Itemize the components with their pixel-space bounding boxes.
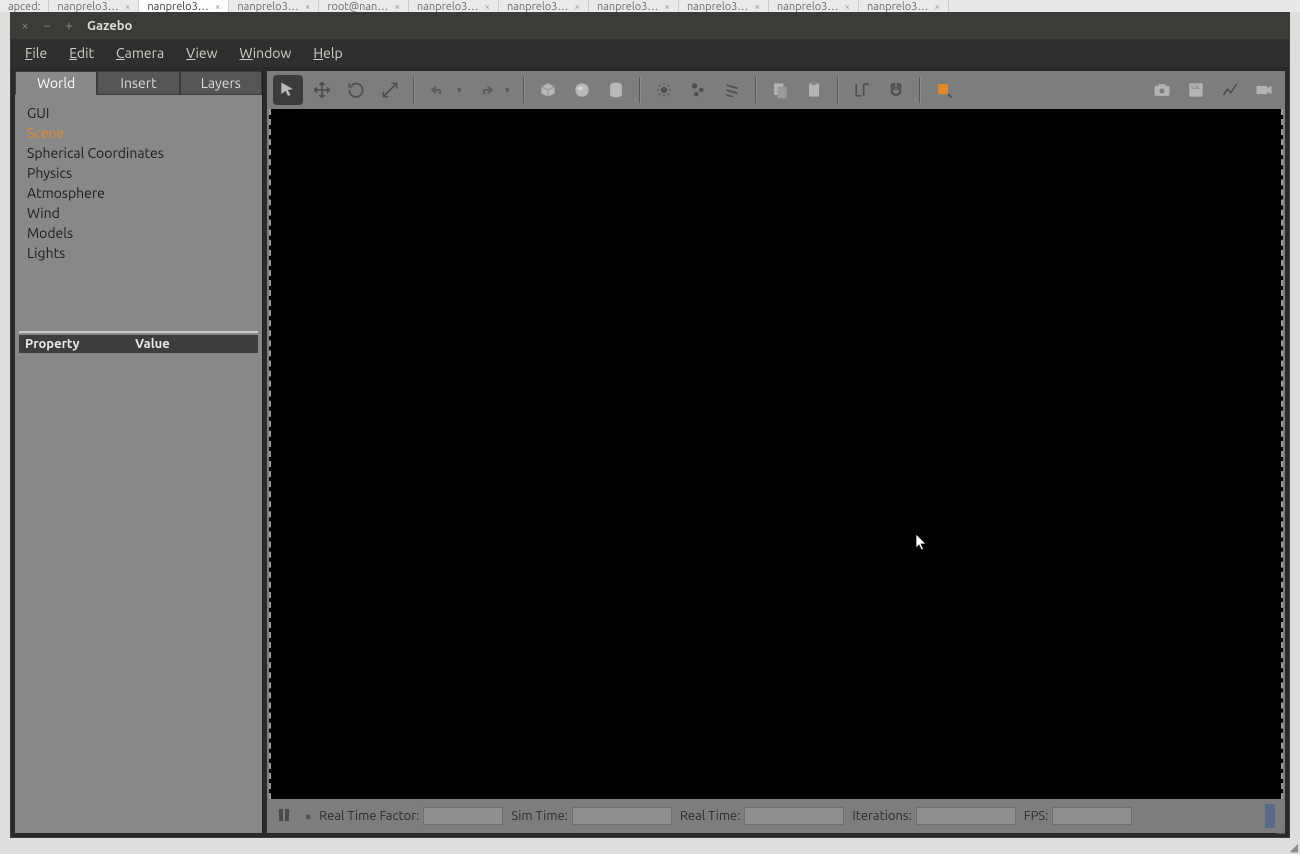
bg-tab[interactable]: nanprelo3…× (769, 0, 859, 12)
world-tree: GUI Scene Spherical Coordinates Physics … (15, 95, 262, 271)
property-col-property[interactable]: Property (25, 337, 135, 351)
undo-dropdown[interactable]: ▾ (457, 85, 467, 96)
menu-edit[interactable]: Edit (69, 45, 94, 61)
copy-button[interactable] (765, 75, 795, 105)
toolbar-separator (837, 77, 839, 103)
cylinder-shape-button[interactable] (601, 75, 631, 105)
toolbar-separator (755, 77, 757, 103)
status-expand-handle[interactable] (1265, 804, 1275, 828)
world-tree-item[interactable]: Lights (27, 243, 262, 263)
window-close-button[interactable]: × (19, 19, 31, 33)
rtf-value[interactable] (423, 807, 503, 825)
magnet-button[interactable] (881, 75, 911, 105)
toolbar-separator (639, 77, 641, 103)
screenshot-button[interactable] (1147, 75, 1177, 105)
world-tree-item[interactable]: Models (27, 223, 262, 243)
bg-tab[interactable]: nanprelo3…× (859, 0, 949, 12)
box-shape-button[interactable] (533, 75, 563, 105)
pause-button[interactable] (277, 808, 297, 825)
app-window: × − + Gazebo File Edit Camera View Windo… (10, 12, 1290, 838)
menu-help[interactable]: Help (313, 45, 342, 61)
tab-world[interactable]: World (15, 71, 97, 95)
bg-tab[interactable]: nanprelo3…× (49, 0, 139, 12)
window-title: Gazebo (87, 19, 132, 33)
main-3d-area: ▾ ▾ (267, 71, 1285, 833)
menu-file[interactable]: File (25, 45, 47, 61)
resize-grip-icon[interactable]: ◢ (1276, 821, 1285, 835)
property-col-value[interactable]: Value (135, 337, 170, 351)
selection-highlight-button[interactable] (929, 75, 959, 105)
bg-tab[interactable]: apced: (0, 0, 49, 12)
bg-tab[interactable]: nanprelo3…× (229, 0, 319, 12)
world-tree-item[interactable]: Spherical Coordinates (27, 143, 262, 163)
sphere-shape-button[interactable] (567, 75, 597, 105)
bg-resize-grip-icon: ◢ (1290, 841, 1298, 854)
property-table-header: Property Value (19, 335, 258, 353)
world-tree-item[interactable]: Atmosphere (27, 183, 262, 203)
status-bar: ▪ Real Time Factor: Sim Time: Real Time:… (269, 799, 1283, 833)
side-tabs: World Insert Layers (15, 71, 262, 95)
bg-tab[interactable]: root@nan…× (319, 0, 409, 12)
tab-layers[interactable]: Layers (180, 71, 262, 95)
spot-light-button[interactable] (683, 75, 713, 105)
select-tool-button[interactable] (273, 75, 303, 105)
mouse-cursor-icon (915, 533, 929, 555)
log-button[interactable]: LOG (1181, 75, 1211, 105)
fps-value[interactable] (1052, 807, 1132, 825)
toolbar: ▾ ▾ (267, 71, 1285, 109)
property-divider[interactable] (19, 331, 258, 333)
world-tree-item[interactable]: Wind (27, 203, 262, 223)
fps-label: FPS: (1024, 809, 1049, 823)
rotate-tool-button[interactable] (341, 75, 371, 105)
realtime-value[interactable] (744, 807, 844, 825)
world-tree-item[interactable]: Scene (27, 123, 262, 143)
titlebar: × − + Gazebo (11, 13, 1289, 39)
toolbar-separator (919, 77, 921, 103)
toolbar-separator (523, 77, 525, 103)
menu-view[interactable]: View (186, 45, 217, 61)
bg-tab[interactable]: nanprelo3…× (679, 0, 769, 12)
menubar: File Edit Camera View Window Help (11, 39, 1289, 67)
menu-window[interactable]: Window (239, 45, 291, 61)
snap-button[interactable] (847, 75, 877, 105)
side-panel: World Insert Layers GUI Scene Spherical … (15, 71, 263, 833)
bg-tab[interactable]: nanprelo3…× (589, 0, 679, 12)
paste-button[interactable] (799, 75, 829, 105)
workspace: World Insert Layers GUI Scene Spherical … (11, 67, 1289, 837)
window-maximize-button[interactable]: + (63, 19, 75, 33)
3d-viewport[interactable] (269, 109, 1283, 799)
tab-insert[interactable]: Insert (97, 71, 179, 95)
world-tree-item[interactable]: Physics (27, 163, 262, 183)
simtime-label: Sim Time: (511, 809, 567, 823)
bg-tab[interactable]: nanprelo3…× (139, 0, 229, 12)
redo-dropdown[interactable]: ▾ (505, 85, 515, 96)
background-tabs: apced: nanprelo3…× nanprelo3…× nanprelo3… (0, 0, 1300, 12)
iterations-label: Iterations: (852, 809, 911, 823)
point-light-button[interactable] (649, 75, 679, 105)
world-tree-item[interactable]: GUI (27, 103, 262, 123)
record-video-button[interactable] (1249, 75, 1279, 105)
bg-tab[interactable]: nanprelo3…× (499, 0, 589, 12)
scale-tool-button[interactable] (375, 75, 405, 105)
iterations-value[interactable] (916, 807, 1016, 825)
window-minimize-button[interactable]: − (41, 19, 53, 33)
step-indicator: ▪ (305, 811, 311, 822)
simtime-value[interactable] (572, 807, 672, 825)
realtime-label: Real Time: (680, 809, 741, 823)
directional-light-button[interactable] (717, 75, 747, 105)
rtf-label: Real Time Factor: (319, 809, 419, 823)
menu-camera[interactable]: Camera (116, 45, 164, 61)
svg-text:LOG: LOG (1191, 85, 1199, 90)
toolbar-separator (413, 77, 415, 103)
property-body (15, 353, 262, 833)
plot-button[interactable] (1215, 75, 1245, 105)
redo-button[interactable] (471, 75, 501, 105)
move-tool-button[interactable] (307, 75, 337, 105)
undo-button[interactable] (423, 75, 453, 105)
bg-tab[interactable]: nanprelo3…× (409, 0, 499, 12)
